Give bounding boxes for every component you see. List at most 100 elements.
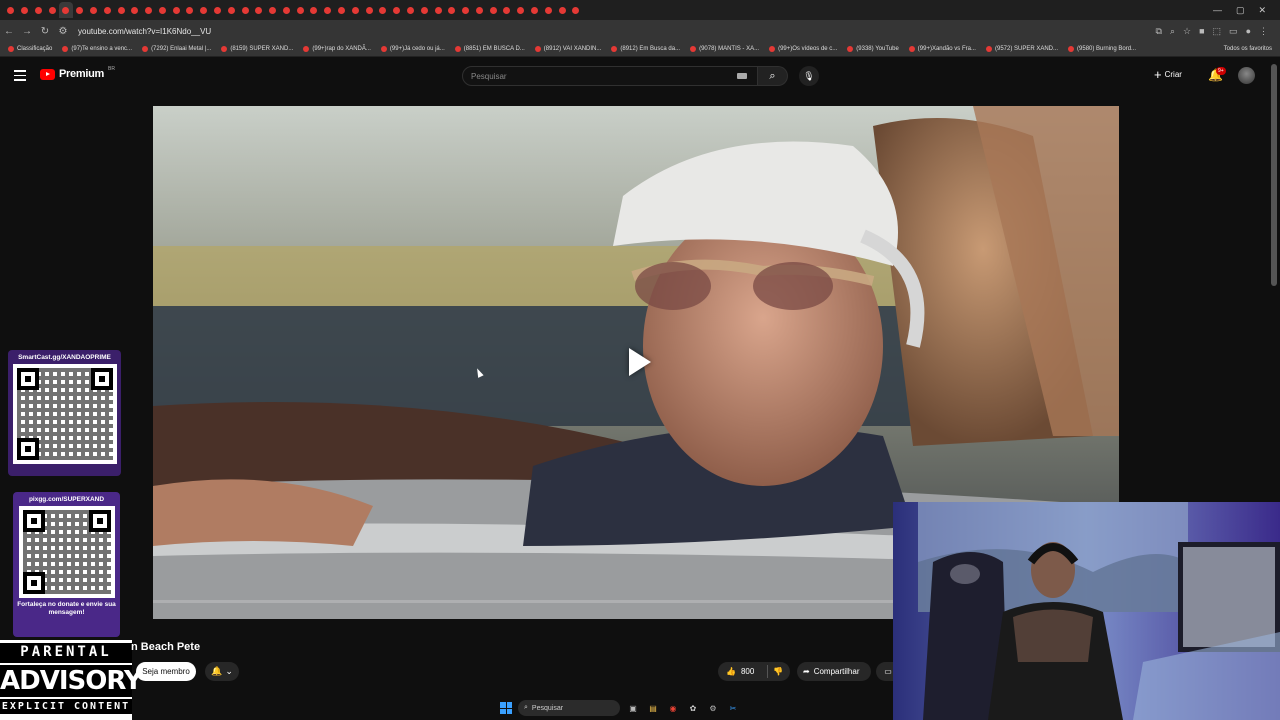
- extensions-puzzle-icon[interactable]: ⬚: [1213, 26, 1222, 37]
- snipping-tool-icon[interactable]: ✂: [726, 701, 740, 715]
- browser-tab[interactable]: [445, 2, 459, 18]
- bookmark-item[interactable]: (9580) Burning Bord...: [1068, 46, 1136, 52]
- browser-tab[interactable]: [238, 2, 252, 18]
- browser-tab[interactable]: [473, 2, 487, 18]
- extension-icon[interactable]: ■: [1199, 26, 1204, 36]
- search-button[interactable]: ⌕: [758, 66, 788, 86]
- browser-tab[interactable]: [280, 2, 294, 18]
- browser-tab[interactable]: [541, 2, 555, 18]
- thumbs-down-icon[interactable]: 👎: [773, 667, 783, 676]
- browser-tab[interactable]: [390, 2, 404, 18]
- browser-tab[interactable]: [18, 2, 32, 18]
- bookmark-item[interactable]: (9078) MANTIS - XA...: [690, 46, 759, 52]
- bookmark-star-icon[interactable]: ☆: [1183, 26, 1191, 37]
- bookmark-item[interactable]: (97)Te ensino a venc...: [62, 46, 132, 52]
- bookmark-item[interactable]: Classificação: [8, 46, 52, 52]
- browser-tab[interactable]: [528, 2, 542, 18]
- windows-start-icon[interactable]: [500, 702, 512, 714]
- back-icon[interactable]: ←: [0, 26, 18, 37]
- search-input[interactable]: Pesquisar: [462, 66, 758, 86]
- bookmark-item[interactable]: (99+)Já cedo ou já...: [380, 46, 445, 52]
- bookmark-item[interactable]: (7292) Enlaai Metal |...: [142, 46, 211, 52]
- page-scrollbar[interactable]: [1271, 64, 1277, 286]
- zoom-icon[interactable]: ⌕: [1170, 26, 1175, 37]
- bookmark-item[interactable]: (8912) VAI XANDIN...: [534, 46, 601, 52]
- browser-tab[interactable]: [45, 2, 59, 18]
- browser-tab[interactable]: [156, 2, 170, 18]
- browser-tab[interactable]: [459, 2, 473, 18]
- sidebar-icon[interactable]: ▭: [1229, 26, 1238, 37]
- bookmark-item[interactable]: (8159) SUPER XAND...: [221, 46, 293, 52]
- browser-tab[interactable]: [87, 2, 101, 18]
- bookmark-item[interactable]: (8851) EM BUSCA D...: [454, 46, 525, 52]
- browser-tab[interactable]: [307, 2, 321, 18]
- browser-tab[interactable]: [349, 2, 363, 18]
- browser-tab[interactable]: [32, 2, 46, 18]
- browser-tab[interactable]: [4, 2, 18, 18]
- file-explorer-icon[interactable]: ▤: [646, 701, 660, 715]
- browser-tab[interactable]: [362, 2, 376, 18]
- tab-favicon-icon: [200, 6, 208, 14]
- account-avatar[interactable]: [1238, 67, 1255, 84]
- browser-tab[interactable]: [569, 2, 583, 18]
- browser-tab[interactable]: [114, 2, 128, 18]
- browser-tab[interactable]: [142, 2, 156, 18]
- site-info-icon[interactable]: ⚙: [54, 26, 72, 37]
- browser-tab[interactable]: [211, 2, 225, 18]
- browser-tab[interactable]: [197, 2, 211, 18]
- browser-tab[interactable]: [100, 2, 114, 18]
- voice-search-button[interactable]: 🎙: [799, 66, 819, 86]
- browser-tab[interactable]: [183, 2, 197, 18]
- create-button[interactable]: + Criar: [1154, 67, 1182, 82]
- bookmark-item[interactable]: (99+)Xandão vs Fra...: [908, 46, 976, 52]
- all-bookmarks-link[interactable]: Todos os favoritos: [1224, 46, 1272, 52]
- install-app-icon[interactable]: ⧉: [1156, 26, 1162, 37]
- share-button[interactable]: ➦ Compartilhar: [797, 662, 871, 681]
- bookmark-item[interactable]: (9572) SUPER XAND...: [985, 46, 1058, 52]
- browser-tab[interactable]: [514, 2, 528, 18]
- like-button[interactable]: 👍 800 👎: [718, 662, 790, 681]
- subscription-notify-button[interactable]: 🔔 ⌄: [205, 662, 239, 681]
- browser-tab[interactable]: [335, 2, 349, 18]
- bookmark-item[interactable]: (9338) YouTube: [847, 46, 899, 52]
- browser-tab[interactable]: [59, 2, 73, 18]
- minimize-button[interactable]: —: [1213, 5, 1222, 15]
- browser-tab[interactable]: [500, 2, 514, 18]
- app-icon[interactable]: ✿: [686, 701, 700, 715]
- browser-menu-icon[interactable]: ⋮: [1259, 26, 1268, 37]
- chrome-icon[interactable]: ◉: [666, 701, 680, 715]
- maximize-button[interactable]: ▢: [1236, 5, 1245, 16]
- forward-icon[interactable]: →: [18, 26, 36, 37]
- hamburger-menu-icon[interactable]: [14, 70, 26, 81]
- browser-tab[interactable]: [431, 2, 445, 18]
- browser-tab[interactable]: [417, 2, 431, 18]
- youtube-logo[interactable]: Premium BR: [40, 66, 115, 80]
- browser-tab[interactable]: [404, 2, 418, 18]
- play-button[interactable]: [611, 336, 663, 388]
- bookmark-item[interactable]: (8912) Em Busca da...: [611, 46, 680, 52]
- profile-icon[interactable]: ●: [1246, 26, 1251, 36]
- reload-icon[interactable]: ↻: [36, 26, 54, 37]
- bookmark-label: (8912) Em Busca da...: [620, 46, 681, 52]
- browser-tab[interactable]: [169, 2, 183, 18]
- browser-tab[interactable]: [293, 2, 307, 18]
- join-member-button[interactable]: Seja membro: [136, 662, 196, 681]
- browser-tab[interactable]: [252, 2, 266, 18]
- browser-tab[interactable]: [321, 2, 335, 18]
- browser-tab[interactable]: [73, 2, 87, 18]
- close-window-button[interactable]: ✕: [1258, 5, 1266, 16]
- keyboard-icon[interactable]: [737, 73, 747, 79]
- browser-tab[interactable]: [376, 2, 390, 18]
- browser-tab[interactable]: [555, 2, 569, 18]
- bookmark-item[interactable]: (99+)rap do XANDÃ...: [303, 46, 371, 52]
- task-view-icon[interactable]: ▣: [626, 701, 640, 715]
- taskbar-search[interactable]: ⌕ Pesquisar: [518, 700, 620, 716]
- bookmark-item[interactable]: (99+)Os vídeos de c...: [769, 46, 837, 52]
- browser-tab[interactable]: [266, 2, 280, 18]
- url-field[interactable]: youtube.com/watch?v=I1K6Ndo__VU: [78, 27, 1156, 36]
- browser-tab[interactable]: [128, 2, 142, 18]
- browser-tab[interactable]: [486, 2, 500, 18]
- browser-tab[interactable]: [225, 2, 239, 18]
- settings-icon[interactable]: ⚙: [706, 701, 720, 715]
- smartcast-qr-card: SmartCast.gg/XANDAOPRIME: [8, 350, 121, 476]
